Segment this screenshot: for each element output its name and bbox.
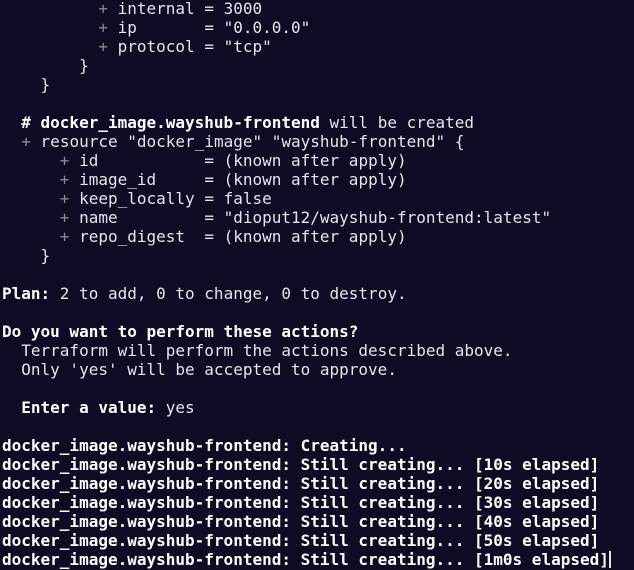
resource-close-line: }	[2, 246, 634, 265]
closing-brace: }	[79, 56, 89, 75]
plan-summary-line: Plan: 2 to add, 0 to change, 0 to destro…	[2, 284, 634, 303]
progress-resource: docker_image.wayshub-frontend:	[2, 455, 291, 474]
attr-key: repo_digest	[79, 227, 205, 246]
progress-line: docker_image.wayshub-frontend: Still cre…	[2, 512, 634, 531]
resource-header: resource "docker_image" "wayshub-fronten…	[40, 132, 465, 151]
terminal-window[interactable]: + internal = 3000 + ip = "0.0.0.0" + pro…	[0, 0, 634, 570]
progress-resource: docker_image.wayshub-frontend:	[2, 531, 291, 550]
confirm-info: Terraform will perform the actions descr…	[21, 341, 513, 360]
attr-value: (known after apply)	[223, 227, 407, 246]
attr-eq: =	[204, 208, 224, 227]
progress-resource: docker_image.wayshub-frontend:	[2, 436, 291, 455]
plus-marker: +	[98, 18, 108, 37]
attr-eq: =	[204, 227, 224, 246]
progress-status: Still creating... [10s elapsed]	[290, 455, 600, 474]
enter-value-line[interactable]: Enter a value: yes	[2, 398, 634, 417]
attr-key: name	[79, 208, 205, 227]
progress-resource: docker_image.wayshub-frontend:	[2, 474, 291, 493]
plus-marker: +	[98, 37, 108, 56]
attr-value: "0.0.0.0"	[223, 18, 311, 37]
attr-key: internal	[117, 0, 195, 18]
output-line-internal: + internal = 3000	[2, 0, 634, 18]
resource-header-line: + resource "docker_image" "wayshub-front…	[2, 132, 634, 151]
output-line-ip: + ip = "0.0.0.0"	[2, 18, 634, 37]
attr-value: "dioput12/wayshub-frontend:latest"	[223, 208, 552, 227]
plan-label: Plan:	[2, 284, 51, 303]
resource-comment-line: # docker_image.wayshub-frontend will be …	[2, 113, 634, 132]
attr-line-keep-locally: + keep_locally = false	[2, 189, 634, 208]
closing-brace: }	[40, 75, 51, 94]
plus-marker: +	[59, 208, 70, 227]
attr-eq: =	[204, 151, 224, 170]
attr-value: (known after apply)	[223, 151, 407, 170]
attr-key: id	[79, 151, 205, 170]
progress-line: docker_image.wayshub-frontend: Still cre…	[2, 455, 634, 474]
progress-resource: docker_image.wayshub-frontend:	[2, 550, 291, 569]
progress-line: docker_image.wayshub-frontend: Still cre…	[2, 493, 634, 512]
progress-status: Still creating... [40s elapsed]	[290, 512, 600, 531]
confirm-question-line: Do you want to perform these actions?	[2, 322, 634, 341]
progress-status: Still creating... [50s elapsed]	[290, 531, 600, 550]
attr-eq: =	[204, 0, 224, 18]
confirm-info-line-1: Terraform will perform the actions descr…	[2, 341, 634, 360]
progress-line: docker_image.wayshub-frontend: Still cre…	[2, 550, 634, 569]
attr-key: image_id	[79, 170, 205, 189]
attr-value: false	[223, 189, 272, 208]
confirm-info: Only 'yes' will be accepted to approve.	[21, 360, 397, 379]
progress-status: Still creating... [20s elapsed]	[290, 474, 600, 493]
attr-key: protocol	[117, 37, 195, 56]
comment-text: will be created	[319, 113, 475, 132]
attr-line-id: + id = (known after apply)	[2, 151, 634, 170]
plus-marker: +	[98, 0, 108, 18]
comment-hash: #	[21, 113, 41, 132]
progress-resource: docker_image.wayshub-frontend:	[2, 493, 291, 512]
enter-value-label: Enter a value:	[21, 398, 157, 417]
attr-eq: =	[204, 189, 224, 208]
output-line-inner-close: }	[2, 56, 634, 75]
progress-line: docker_image.wayshub-frontend: Creating.…	[2, 436, 634, 455]
attr-value: 3000	[223, 0, 263, 18]
confirm-info-line-2: Only 'yes' will be accepted to approve.	[2, 360, 634, 379]
attr-key: keep_locally	[79, 189, 205, 208]
terminal-cursor	[608, 551, 611, 568]
attr-key: ip	[117, 18, 195, 37]
attr-line-image-id: + image_id = (known after apply)	[2, 170, 634, 189]
plus-marker: +	[59, 189, 70, 208]
progress-status: Still creating... [30s elapsed]	[290, 493, 600, 512]
progress-status: Still creating... [1m0s elapsed]	[290, 550, 609, 569]
progress-line: docker_image.wayshub-frontend: Still cre…	[2, 474, 634, 493]
attr-value: "tcp"	[223, 37, 272, 56]
plus-marker: +	[59, 227, 70, 246]
attr-eq: =	[204, 18, 224, 37]
closing-brace: }	[40, 246, 51, 265]
progress-line: docker_image.wayshub-frontend: Still cre…	[2, 531, 634, 550]
attr-line-repo-digest: + repo_digest = (known after apply)	[2, 227, 634, 246]
output-line-protocol: + protocol = "tcp"	[2, 37, 634, 56]
attr-line-name: + name = "dioput12/wayshub-frontend:late…	[2, 208, 634, 227]
resource-address: docker_image.wayshub-frontend	[40, 113, 320, 132]
plan-text: 2 to add, 0 to change, 0 to destroy.	[50, 284, 407, 303]
plus-marker: +	[59, 170, 70, 189]
attr-value: (known after apply)	[223, 170, 407, 189]
attr-eq: =	[204, 37, 224, 56]
attr-eq: =	[204, 170, 224, 189]
plus-marker: +	[59, 151, 70, 170]
progress-resource: docker_image.wayshub-frontend:	[2, 512, 291, 531]
plus-marker: +	[21, 132, 31, 151]
progress-status: Creating...	[290, 436, 407, 455]
enter-value-input[interactable]: yes	[156, 398, 195, 417]
confirm-question: Do you want to perform these actions?	[2, 322, 359, 341]
output-line-outer-close: }	[2, 75, 634, 94]
